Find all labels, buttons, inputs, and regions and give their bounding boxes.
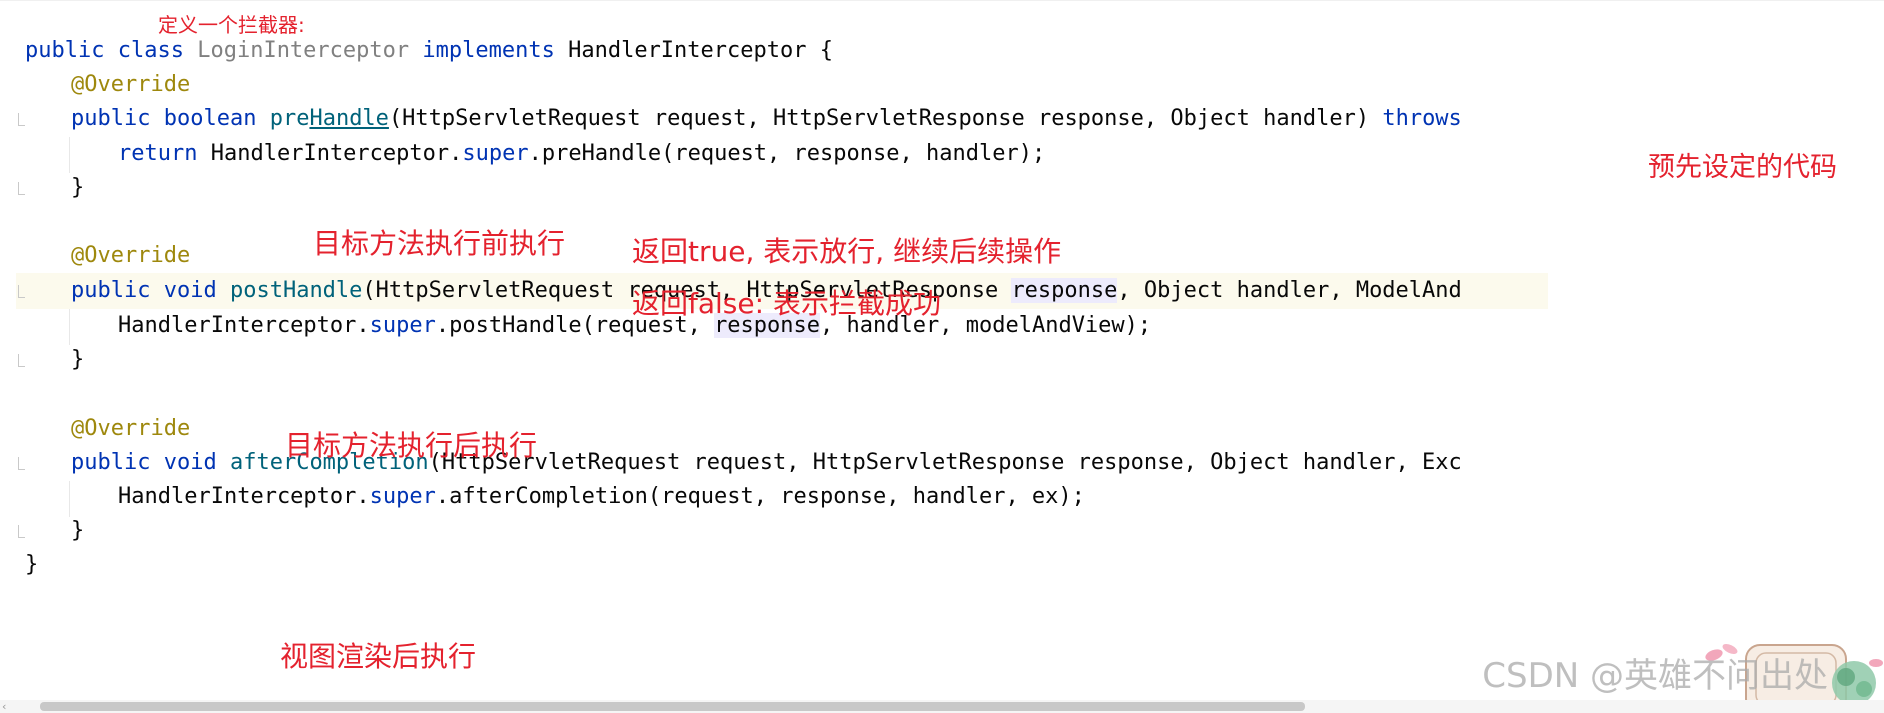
fold-marker-icon[interactable] bbox=[18, 182, 25, 195]
note-after-render: 视图渲染后执行 bbox=[280, 640, 477, 673]
fold-marker-icon[interactable] bbox=[18, 113, 25, 126]
class-close-brace-line[interactable]: } bbox=[25, 547, 1548, 583]
keyword-super: super bbox=[462, 141, 529, 166]
keyword-public: public bbox=[25, 38, 105, 63]
close-brace: } bbox=[25, 552, 39, 577]
prehandle-signature-line[interactable]: public boolean preHandle(HttpServletRequ… bbox=[71, 101, 1548, 137]
fold-marker-icon[interactable] bbox=[18, 285, 25, 298]
aftercompletion-body-line[interactable]: HandlerInterceptor.super.afterCompletion… bbox=[118, 479, 1548, 515]
indent-guide bbox=[69, 137, 70, 173]
keyword-boolean: boolean bbox=[163, 106, 257, 131]
method-name-posthandle: postHandle bbox=[229, 278, 363, 303]
keyword-class: class bbox=[117, 38, 184, 63]
fold-marker-icon[interactable] bbox=[18, 354, 25, 367]
call-prefix: HandlerInterceptor. bbox=[210, 141, 463, 166]
close-brace: } bbox=[71, 347, 85, 372]
keyword-return: return bbox=[118, 141, 198, 166]
note-return-true: 返回true, 表示放行, 继续后续操作 bbox=[632, 235, 1062, 268]
call-prefix: HandlerInterceptor. bbox=[118, 313, 370, 338]
note-return-false: 返回false: 表示拦截成功 bbox=[632, 287, 941, 320]
class-name: LoginInterceptor bbox=[197, 38, 410, 63]
indent-guide bbox=[69, 309, 70, 345]
csdn-watermark: CSDN @英雄不问出处 bbox=[1482, 656, 1828, 696]
open-brace: { bbox=[819, 38, 834, 63]
call-suffix: .afterCompletion(request, response, hand… bbox=[435, 484, 1085, 509]
note-predefined-code: 预先设定的代码 bbox=[1648, 152, 1837, 183]
call-suffix: .preHandle(request, response, handler); bbox=[528, 141, 1046, 166]
close-brace: } bbox=[71, 518, 85, 543]
keyword-public: public bbox=[71, 106, 151, 131]
prehandle-body-line[interactable]: return HandlerInterceptor.super.preHandl… bbox=[118, 136, 1548, 172]
fold-marker-icon[interactable] bbox=[18, 457, 25, 470]
keyword-implements: implements bbox=[422, 38, 555, 63]
keyword-super: super bbox=[369, 484, 436, 509]
posthandle-params-b: , Object handler, ModelAnd bbox=[1117, 278, 1462, 303]
fold-marker-icon[interactable] bbox=[18, 525, 25, 538]
override-annotation: @Override bbox=[71, 243, 191, 268]
method-name-part-underlined: Handle bbox=[309, 106, 389, 131]
note-before-target: 目标方法执行前执行 bbox=[313, 227, 566, 260]
scrollbar-thumb[interactable] bbox=[40, 702, 1305, 711]
scroll-left-icon[interactable]: ‹ bbox=[2, 700, 6, 713]
keyword-throws: throws bbox=[1382, 106, 1462, 131]
method-close-brace-line[interactable]: } bbox=[71, 513, 1548, 549]
method-close-brace-line[interactable]: } bbox=[71, 342, 1548, 378]
keyword-void: void bbox=[163, 278, 217, 303]
note-after-target: 目标方法执行后执行 bbox=[285, 429, 538, 462]
method-name-prehandle: preHandle bbox=[270, 106, 389, 131]
keyword-public: public bbox=[71, 278, 151, 303]
override-annotation-line[interactable]: @Override bbox=[71, 67, 1548, 103]
aftercompletion-params: (HttpServletRequest request, HttpServlet… bbox=[428, 450, 1462, 475]
horizontal-scrollbar[interactable]: ‹ bbox=[0, 700, 1884, 713]
close-brace: } bbox=[71, 175, 85, 200]
prehandle-params: (HttpServletRequest request, HttpServlet… bbox=[388, 106, 1370, 131]
param-response-highlight: response bbox=[1011, 278, 1118, 303]
class-declaration-line[interactable]: public class LoginInterceptor implements… bbox=[25, 33, 1548, 69]
override-annotation: @Override bbox=[71, 72, 191, 97]
code-editor[interactable]: public class LoginInterceptor implements… bbox=[0, 0, 1548, 700]
screenshot-page: public class LoginInterceptor implements… bbox=[0, 0, 1884, 713]
keyword-public: public bbox=[71, 450, 151, 475]
method-name-part: pre bbox=[269, 106, 310, 131]
method-close-brace-line[interactable]: } bbox=[71, 170, 1548, 206]
call-prefix: HandlerInterceptor. bbox=[118, 484, 370, 509]
interface-name: HandlerInterceptor bbox=[568, 38, 807, 63]
note-define-interceptor: 定义一个拦截器: bbox=[158, 13, 305, 37]
keyword-void: void bbox=[163, 450, 217, 475]
indent-guide bbox=[69, 481, 70, 517]
keyword-super: super bbox=[369, 313, 436, 338]
override-annotation: @Override bbox=[71, 416, 191, 441]
